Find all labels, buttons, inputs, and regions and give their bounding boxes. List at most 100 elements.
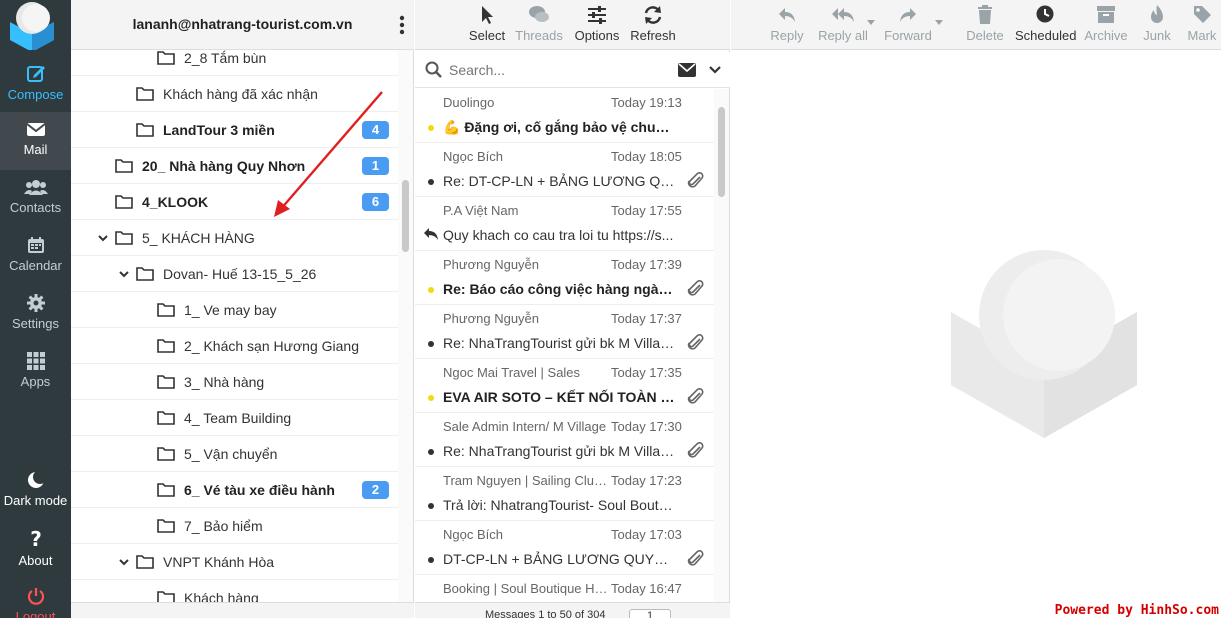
message-row[interactable]: Duolingo Today 19:13 💪 Đặng ơi, cố gắng bả… (415, 89, 715, 143)
folder-item[interactable]: 6_ Vé tàu xe điều hành 2 (71, 472, 399, 508)
message-row[interactable]: Ngọc Bích Today 18:05 Re: DT-CP-LN + BẢNG … (415, 143, 715, 197)
threads-button[interactable]: Threads (514, 0, 564, 50)
folder-label: 2_ Khách sạn Hương Giang (184, 338, 359, 354)
select-button[interactable]: Select (465, 0, 509, 50)
folder-icon (157, 483, 175, 497)
forward-dropdown-icon[interactable] (935, 20, 943, 25)
options-button[interactable]: Options (573, 0, 621, 50)
account-menu-button[interactable] (396, 14, 408, 36)
nav-mail[interactable]: Mail (0, 112, 71, 170)
message-date: Today 17:23 (611, 473, 682, 488)
pagination-bar: Messages 1 to 50 of 304 1 (415, 602, 730, 618)
chevron-down-icon[interactable] (98, 233, 108, 243)
folder-scrollbar[interactable] (398, 50, 413, 602)
junk-button[interactable]: Junk (1137, 0, 1177, 50)
scheduled-button[interactable]: Scheduled (1015, 0, 1077, 50)
folder-label: 6_ Vé tàu xe điều hành (184, 482, 335, 498)
folder-item[interactable]: Khách hàng (71, 580, 399, 602)
tag-icon (1194, 6, 1211, 23)
message-subject: 💪 Đặng ơi, cố gắng bảo vệ chuỗi 1... (443, 119, 675, 135)
refresh-button[interactable]: Refresh (629, 0, 677, 50)
mail-icon (25, 123, 46, 136)
folder-item[interactable]: 7_ Bảo hiểm (71, 508, 399, 544)
folder-label: 5_ Vận chuyển (184, 446, 278, 462)
folder-item[interactable]: 5_ Vận chuyển (71, 436, 399, 472)
folder-item[interactable]: 5_ KHÁCH HÀNG (71, 220, 399, 256)
status-dot[interactable] (428, 557, 434, 563)
webmail-app: Compose Mail Contacts Calendar Settings … (0, 0, 1221, 618)
message-row[interactable]: Ngọc Bích Today 17:03 DT-CP-LN + BẢNG LƯƠN… (415, 521, 715, 575)
search-bar (415, 52, 730, 88)
message-sender: Tram Nguyen | Sailing Club... (443, 473, 608, 488)
app-logo[interactable] (6, 0, 58, 52)
message-sender: Sale Admin Intern/ M Village (443, 419, 607, 434)
mark-button[interactable]: Mark (1183, 0, 1221, 50)
message-row[interactable]: Sale Admin Intern/ M Village Today 17:30 R… (415, 413, 715, 467)
dark-mode-toggle[interactable]: Dark mode (0, 463, 71, 521)
message-row[interactable]: Phương Nguyễn Today 17:39 Re: Báo cáo công… (415, 251, 715, 305)
reply-all-button[interactable]: Reply all (815, 0, 871, 50)
status-dot[interactable] (428, 503, 434, 509)
folder-label: Khách hàng (184, 590, 259, 602)
folder-item[interactable]: 2_8 Tắm bùn (71, 50, 399, 76)
folder-scroll-thumb[interactable] (402, 180, 409, 252)
status-dot[interactable] (428, 449, 434, 455)
folder-item[interactable]: Khách hàng đã xác nhận (71, 76, 399, 112)
moon-icon (27, 471, 45, 488)
status-dot[interactable] (428, 287, 434, 293)
nav-apps[interactable]: Apps (0, 344, 71, 402)
message-row[interactable]: Tram Nguyen | Sailing Club... Today 17:23… (415, 467, 715, 521)
search-input[interactable] (449, 60, 669, 80)
folder-item[interactable]: 2_ Khách sạn Hương Giang (71, 328, 399, 364)
message-scrollbar[interactable] (714, 89, 729, 602)
status-dot[interactable] (428, 125, 434, 131)
forward-button[interactable]: Forward (883, 0, 933, 50)
delete-button[interactable]: Delete (965, 0, 1005, 50)
folder-item[interactable]: 1_ Ve may bay (71, 292, 399, 328)
folder-item[interactable]: 4_ Team Building (71, 400, 399, 436)
logout-label: Logout (15, 609, 56, 618)
message-subject: Re: Báo cáo công việc hàng ngày 1... (443, 281, 675, 297)
chevron-down-icon[interactable] (119, 269, 129, 279)
folder-item[interactable]: LandTour 3 miền 4 (71, 112, 399, 148)
folder-icon (157, 51, 175, 65)
message-sender: Phương Nguyễn (443, 257, 540, 272)
message-scroll-thumb[interactable] (718, 107, 725, 197)
reply-button[interactable]: Reply (769, 0, 805, 50)
status-dot[interactable] (428, 179, 434, 185)
folder-icon (157, 447, 175, 461)
nav-calendar[interactable]: Calendar (0, 228, 71, 286)
folder-label: VNPT Khánh Hòa (163, 554, 275, 570)
status-dot[interactable] (428, 395, 434, 401)
folder-item[interactable]: VNPT Khánh Hòa (71, 544, 399, 580)
folder-icon (115, 231, 133, 245)
compose-button[interactable]: Compose (0, 55, 71, 113)
status-dot[interactable] (428, 341, 434, 347)
folder-footer (71, 602, 414, 618)
chevron-down-icon[interactable] (709, 66, 721, 74)
nav-contacts[interactable]: Contacts (0, 170, 71, 228)
reply-all-dropdown-icon[interactable] (867, 20, 875, 25)
nav-about[interactable]: ? About (0, 521, 71, 579)
logout-button[interactable]: Logout (0, 579, 71, 618)
folder-label: 7_ Bảo hiểm (184, 518, 263, 534)
folder-label: Dovan- Huế 13-15_5_26 (163, 266, 317, 282)
message-row[interactable]: P.A Việt Nam Today 17:55 Quy khach co cau … (415, 197, 715, 251)
archive-button[interactable]: Archive (1083, 0, 1129, 50)
chevron-down-icon[interactable] (119, 557, 129, 567)
nav-settings[interactable]: Settings (0, 286, 71, 344)
message-sender: Phương Nguyễn (443, 311, 540, 326)
message-row[interactable]: Booking | Soul Boutique Ho... Today 16:47 (415, 575, 715, 602)
message-sender: Booking | Soul Boutique Ho... (443, 581, 608, 596)
folder-item[interactable]: 3_ Nhà hàng (71, 364, 399, 400)
envelope-icon[interactable] (678, 63, 696, 77)
folder-item[interactable]: 20_ Nhà hàng Quy Nhơn 1 (71, 148, 399, 184)
folder-item[interactable]: Dovan- Huế 13-15_5_26 (71, 256, 399, 292)
page-number-input[interactable]: 1 (629, 609, 671, 618)
folder-item[interactable]: 4_KLOOK 6 (71, 184, 399, 220)
folder-label: 4_KLOOK (142, 194, 209, 210)
scheduled-label: Scheduled (1015, 28, 1077, 43)
message-row[interactable]: Phương Nguyễn Today 17:37 Re: NhaTrangTour… (415, 305, 715, 359)
folder-label: 2_8 Tắm bùn (184, 50, 267, 66)
message-row[interactable]: Ngoc Mai Travel | Sales Today 17:35 EVA AI… (415, 359, 715, 413)
